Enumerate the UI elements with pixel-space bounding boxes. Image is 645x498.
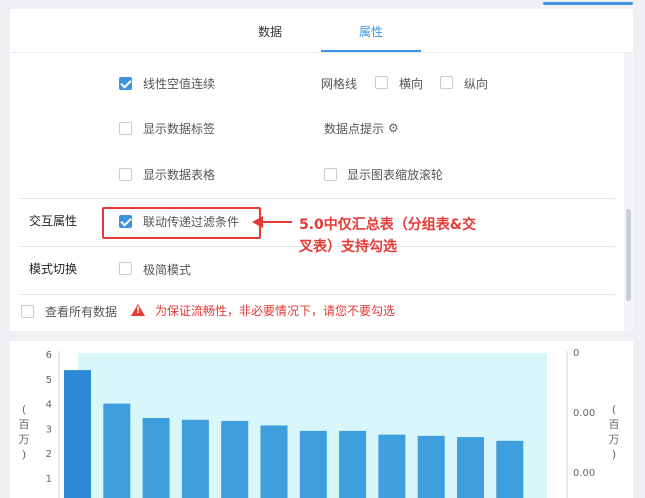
show-zoom-wheel-label: 显示图表缩放滚轮: [347, 168, 444, 182]
simple-mode-checkbox[interactable]: [119, 262, 132, 275]
show-data-labels-checkbox[interactable]: [119, 122, 132, 135]
chart-bar: [64, 370, 91, 498]
chart-bar: [496, 440, 524, 498]
section-divider: [20, 198, 615, 199]
left-axis-tick: 2: [46, 449, 52, 460]
chart-bar: [221, 420, 249, 498]
tab-divider: [10, 52, 633, 53]
view-all-data-checkbox[interactable]: [21, 305, 34, 318]
chart-bar: [142, 417, 170, 498]
chart-bar: [378, 434, 406, 498]
bar-chart: 65432100.000.00(百万)(百万): [19, 348, 620, 498]
section-divider: [20, 294, 615, 295]
tab-properties[interactable]: 属性: [359, 23, 383, 40]
right-axis-title-char: 百: [609, 418, 620, 431]
chart-bar: [299, 430, 327, 498]
left-axis-tick: 3: [46, 424, 52, 435]
top-accent-bar: [543, 2, 633, 5]
warning-text: 为保证流畅性，非必要情况下，请您不要勾选: [155, 304, 396, 318]
grid-horizontal-checkbox[interactable]: [375, 76, 388, 89]
left-axis-tick: 6: [46, 350, 52, 361]
chart-bar: [457, 437, 484, 498]
tab-data[interactable]: 数据: [258, 23, 282, 40]
warning-icon-mark: !: [136, 306, 141, 316]
interaction-section-label: 交互属性: [29, 214, 78, 228]
show-data-table-label: 显示数据表格: [143, 168, 216, 182]
line-null-connect-label: 线性空值连续: [143, 77, 216, 91]
left-axis-tick: 4: [46, 400, 52, 411]
gear-icon[interactable]: ⚙: [388, 121, 399, 135]
right-axis-tick: 0.00: [573, 468, 595, 479]
chart-bar: [181, 419, 209, 498]
scrollbar-thumb[interactable]: [626, 209, 631, 301]
left-axis-title-char: (: [22, 403, 26, 416]
left-axis-tick: 5: [46, 375, 52, 386]
right-axis-tick: 0: [573, 348, 579, 359]
show-zoom-wheel-checkbox[interactable]: [324, 168, 337, 181]
show-data-labels-label: 显示数据标签: [143, 122, 216, 136]
highlight-box: [102, 207, 261, 239]
annotation-arrow: [262, 221, 292, 223]
grid-vertical-label: 纵向: [464, 77, 489, 91]
line-null-connect-checkbox[interactable]: [119, 77, 132, 90]
gridlines-label: 网格线: [321, 77, 358, 91]
annotation-arrow-head: [252, 216, 263, 228]
left-axis-title-char: 百: [19, 418, 30, 431]
right-axis-tick: 0.00: [573, 408, 595, 419]
right-axis-title-char: (: [612, 403, 616, 416]
chart-bar: [339, 430, 367, 498]
right-axis-title-char: 万: [609, 433, 620, 446]
grid-horizontal-label: 横向: [399, 77, 424, 91]
data-point-tip-label: 数据点提示: [324, 122, 385, 136]
left-axis-title-char: 万: [19, 433, 30, 446]
view-all-data-label: 查看所有数据: [45, 305, 118, 319]
properties-panel: 数据 属性 线性空值连续 网格线 横向 纵向 显示数据标签 数据点提示 ⚙ 显示…: [10, 9, 633, 331]
chart-preview: 6 5 4 3 2 1 0 0.00 0.00(百万)(百万): [10, 341, 633, 498]
right-axis-title-char: ): [612, 448, 616, 461]
chart-bar: [260, 425, 288, 498]
chart-bar: [103, 403, 131, 498]
left-axis-title-char: ): [22, 448, 26, 461]
simple-mode-label: 极简模式: [143, 263, 192, 277]
annotation-text: 5.0中仅汇总表（分组表&交叉表）支持勾选: [299, 217, 477, 255]
show-data-table-checkbox[interactable]: [119, 168, 132, 181]
chart-bar: [417, 435, 445, 498]
grid-vertical-checkbox[interactable]: [440, 76, 453, 89]
mode-switch-section-label: 模式切换: [29, 262, 78, 276]
left-axis-tick: 1: [46, 474, 52, 485]
